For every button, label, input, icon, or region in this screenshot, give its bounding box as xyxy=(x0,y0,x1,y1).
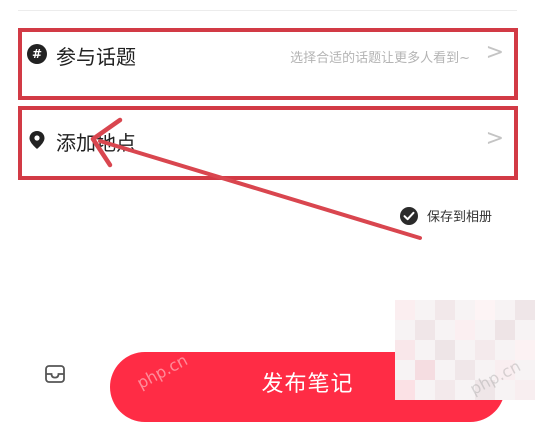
topic-label: 参与话题 xyxy=(56,45,136,69)
location-row[interactable]: 添加地点 > xyxy=(18,106,518,180)
save-to-album-toggle[interactable]: 保存到相册 xyxy=(400,206,492,225)
draft-box-icon xyxy=(45,365,65,383)
location-pin-icon xyxy=(27,130,47,150)
topic-row[interactable]: # 参与话题 选择合适的话题让更多人看到~ > xyxy=(18,28,518,100)
topic-hint: 选择合适的话题让更多人看到~ xyxy=(290,51,470,66)
hashtag-icon: # xyxy=(27,44,47,64)
location-label: 添加地点 xyxy=(56,131,136,155)
publish-note-label: 发布笔记 xyxy=(261,372,354,397)
save-to-album-label: 保存到相册 xyxy=(427,210,493,225)
chevron-right-icon: > xyxy=(485,126,504,151)
top-divider xyxy=(18,10,517,11)
chevron-right-icon: > xyxy=(485,40,504,65)
draft-box-button[interactable] xyxy=(40,359,70,389)
check-circle-icon xyxy=(400,206,418,225)
mosaic-blur-overlay xyxy=(395,300,535,400)
